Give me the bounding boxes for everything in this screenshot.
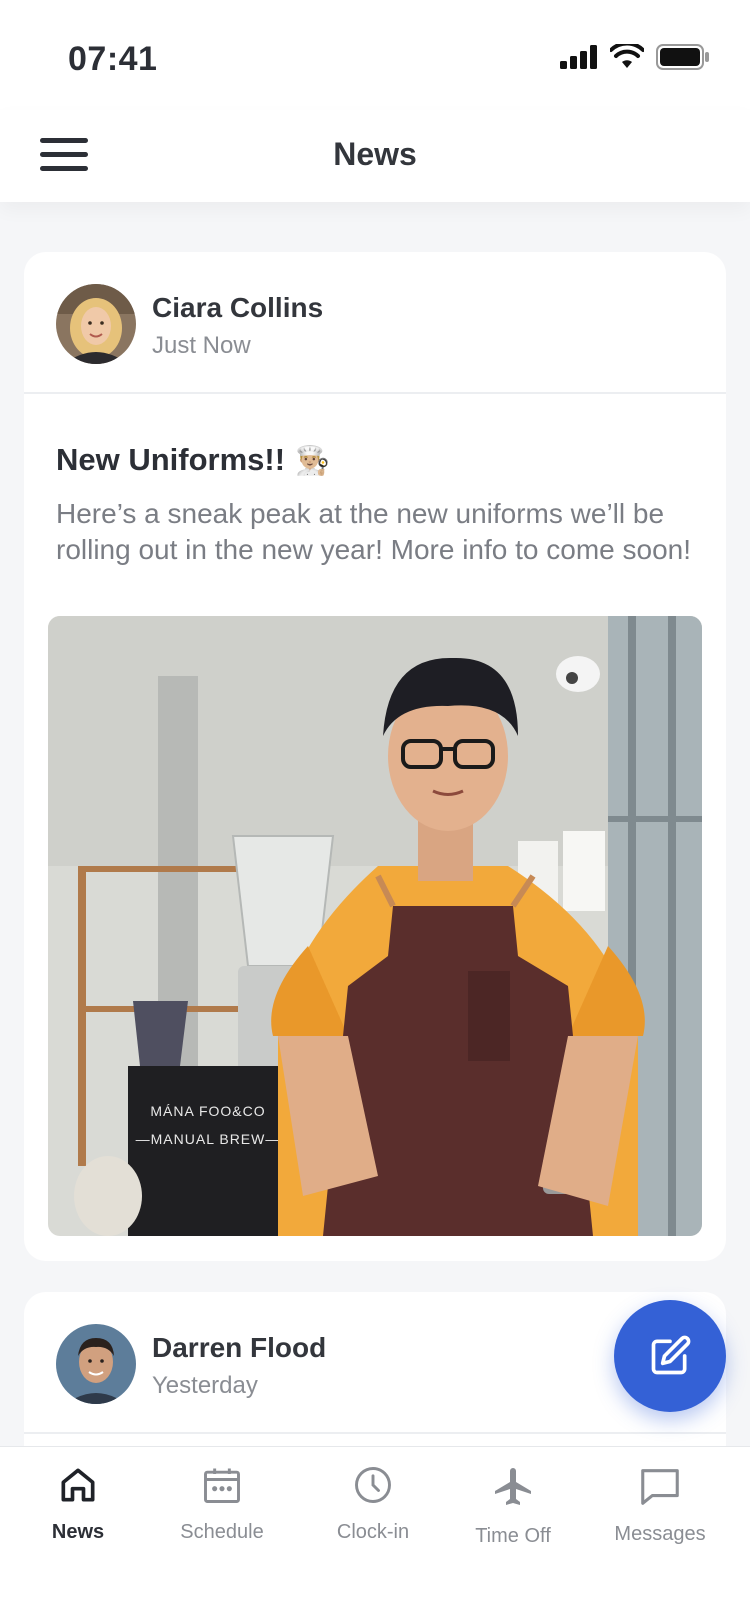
status-time: 07:41 <box>68 40 158 78</box>
nav-item-time-off[interactable]: Time Off <box>443 1463 583 1548</box>
author-avatar[interactable] <box>56 284 136 364</box>
nav-item-news[interactable]: News <box>8 1463 148 1544</box>
sign-line-2: —MANUAL BREW— <box>136 1131 281 1147</box>
news-post-card[interactable]: Ciara Collins Just Now New Uniforms!! 👨🏼… <box>24 252 726 1261</box>
nav-label: Schedule <box>180 1521 264 1543</box>
nav-label: Time Off <box>475 1525 551 1547</box>
page-title: News <box>333 136 417 172</box>
post-header: Ciara Collins Just Now <box>24 252 726 394</box>
nav-item-messages[interactable]: Messages <box>590 1463 730 1546</box>
author-avatar[interactable] <box>56 1324 136 1404</box>
post-body: Here’s a sneak peak at the new uniforms … <box>56 498 692 565</box>
nav-item-clock-in[interactable]: Clock-in <box>303 1463 443 1544</box>
wifi-icon <box>610 44 644 68</box>
edit-icon <box>651 1335 691 1375</box>
post-image[interactable]: MÁNA FOO&CO —MANUAL BREW— <box>48 616 702 1236</box>
chat-icon <box>641 1469 679 1505</box>
bottom-nav: News Schedule Clock-in Time Off Messages <box>0 1446 750 1624</box>
cellular-signal-icon <box>560 45 597 69</box>
status-bar: 07:41 <box>0 0 750 110</box>
battery-icon <box>656 44 709 70</box>
calendar-icon <box>204 1468 240 1503</box>
airplane-icon <box>495 1468 531 1505</box>
post-title-text: New Uniforms!! <box>56 442 286 477</box>
clock-icon <box>355 1467 391 1503</box>
nav-label: Messages <box>614 1523 706 1545</box>
sign-line-1: MÁNA FOO&CO <box>150 1103 265 1119</box>
post-title: New Uniforms!! 👨🏼‍🍳 <box>56 442 330 478</box>
status-icons <box>560 44 710 70</box>
post-author[interactable]: Ciara Collins <box>152 292 323 324</box>
home-icon <box>61 1468 95 1502</box>
post-time: Yesterday <box>152 1372 258 1399</box>
chef-emoji-icon: 👨🏼‍🍳 <box>295 444 330 476</box>
nav-label: Clock-in <box>336 1521 410 1543</box>
nav-label: News <box>51 1521 105 1543</box>
app-header: News <box>0 110 750 202</box>
nav-item-schedule[interactable]: Schedule <box>152 1463 292 1544</box>
post-author[interactable]: Darren Flood <box>152 1332 326 1364</box>
compose-post-button[interactable] <box>614 1300 726 1412</box>
post-time: Just Now <box>152 332 251 359</box>
